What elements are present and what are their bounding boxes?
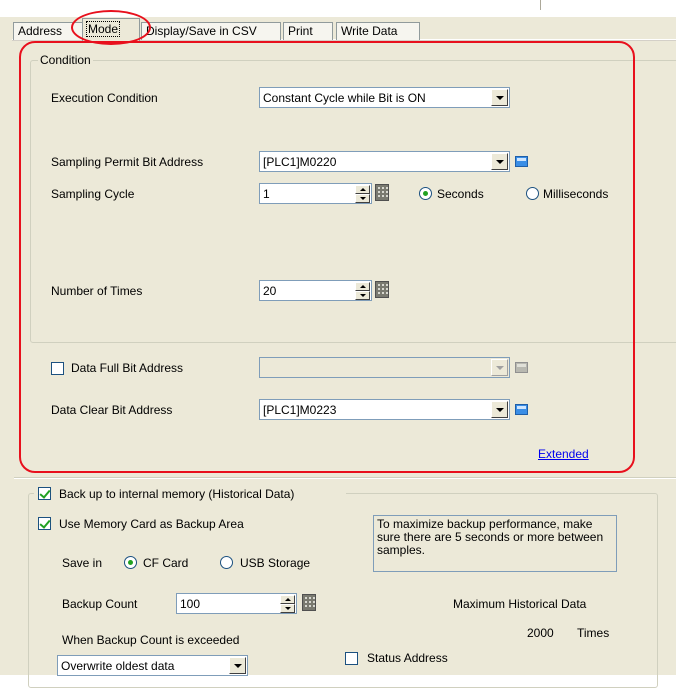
backup-exceeded-value: Overwrite oldest data [61,659,175,673]
memory-card-label: Use Memory Card as Backup Area [59,517,244,531]
tab-write-data-label: Write Data [341,24,398,38]
backup-count-label: Backup Count [62,597,138,611]
dialog-window: Address Mode Display/Save in CSV Print W… [0,0,676,688]
backup-exceeded-label: When Backup Count is exceeded [62,633,240,647]
highlight-oval [71,10,151,45]
tab-display-save-csv[interactable]: Display/Save in CSV [141,22,281,40]
backup-count-value: 100 [180,597,201,611]
arrow-up-icon [285,598,291,601]
tab-print-label: Print [288,24,313,38]
backup-count-stepper[interactable]: 100 [176,593,297,614]
backup-internal-memory-label: Back up to internal memory (Historical D… [59,487,295,501]
highlight-box [19,41,635,473]
backup-count-up-button[interactable] [280,595,295,604]
chevron-down-icon [234,664,242,668]
max-historical-data-unit: Times [577,626,610,640]
section-divider-highlight [14,478,676,479]
status-address-label: Status Address [367,651,448,665]
backup-count-keypad-button[interactable] [302,594,316,611]
backup-count-down-button[interactable] [280,604,295,613]
tab-print[interactable]: Print [283,22,333,40]
status-address-checkbox[interactable] [345,652,358,665]
cf-card-radio[interactable] [124,556,137,569]
save-in-label: Save in [62,556,103,570]
max-historical-data-label: Maximum Historical Data [453,597,587,611]
memory-card-checkbox[interactable] [38,517,51,530]
tab-address-label: Address [18,24,63,38]
backup-exceeded-select[interactable]: Overwrite oldest data [57,655,248,676]
backup-exceeded-dropdown-button[interactable] [229,657,246,674]
backup-internal-memory-checkbox[interactable] [38,487,51,500]
backup-performance-note: To maximize backup performance, make sur… [373,515,617,572]
title-divider [540,0,541,10]
tab-write-data[interactable]: Write Data [336,22,420,40]
max-historical-data-value: 2000 [527,626,554,640]
tab-display-save-csv-label: Display/Save in CSV [146,24,257,38]
arrow-down-icon [285,607,291,610]
usb-storage-label: USB Storage [240,556,311,570]
usb-storage-radio[interactable] [220,556,233,569]
cf-card-label: CF Card [143,556,189,570]
